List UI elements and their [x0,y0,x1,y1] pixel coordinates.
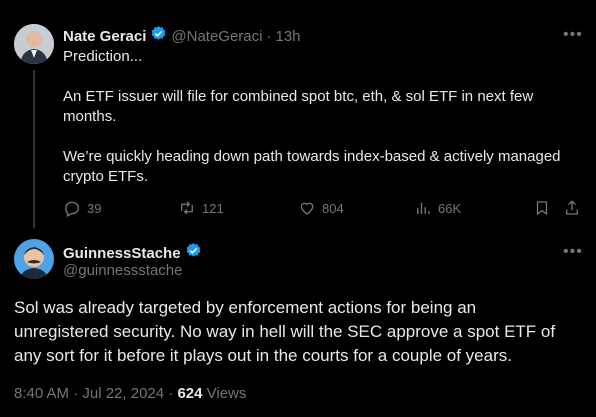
reply-meta: 8:40 AM · Jul 22, 2024 · 624 Views [14,385,246,402]
tweet-line: crypto ETFs. [63,168,149,185]
reply-author-name[interactable]: GuinnessStache [63,245,181,262]
bookmark-button[interactable] [533,199,551,217]
tweet-line [63,127,561,147]
tweet-time[interactable]: 13h [275,28,300,45]
verified-badge-icon [185,242,202,264]
reply-author-handle[interactable]: @guinnessstache [63,262,182,279]
share-button[interactable] [563,199,581,217]
avatar-image [14,24,54,64]
reply-button[interactable]: 39 [63,199,101,217]
tweet-header: Nate Geraci @NateGeraci · 13h [63,25,301,47]
reply-line: Sol was already targeted by enforcement … [14,298,477,317]
views-icon [417,202,430,214]
reply-body: Sol was already targeted by enforcement … [14,296,555,368]
tweet-line: We’re quickly heading down path towards … [63,148,561,165]
like-count: 804 [322,200,344,216]
bookmark-icon [536,201,548,216]
author-handle[interactable]: @NateGeraci [171,28,262,45]
more-icon[interactable]: ••• [563,243,583,261]
avatar-guinnessstache[interactable] [14,239,54,279]
repost-icon [181,201,193,215]
like-button[interactable]: 804 [298,199,344,217]
reply-icon [65,201,80,217]
repost-button[interactable]: 121 [178,199,224,217]
reply-views-label: Views [202,385,247,402]
tweet-line: months. [63,108,117,125]
avatar-image [14,239,54,279]
views-count: 66K [438,200,462,216]
verified-badge-icon [150,25,167,47]
tweet-line: Prediction... [63,48,143,65]
repost-count: 121 [202,200,224,216]
thread-line [33,70,35,228]
heart-icon [300,202,314,215]
share-icon [566,200,578,215]
reply-header: GuinnessStache [63,242,202,264]
reply-line: any sort for it before it plays out in t… [14,346,512,365]
views-button[interactable]: 66K [414,199,461,217]
tweet-line: An ETF issuer will file for combined spo… [63,88,534,105]
tweet-body: Prediction... An ETF issuer will file fo… [63,47,561,187]
reply-views-count: 624 [177,385,203,402]
reply-timestamp[interactable]: 8:40 AM · Jul 22, 2024 · [14,385,177,402]
author-name[interactable]: Nate Geraci [63,28,146,45]
reply-line: unregistered security. No way in hell wi… [14,322,556,341]
separator: · [266,27,272,45]
tweet-line [63,67,561,87]
more-icon[interactable]: ••• [563,26,583,44]
avatar-nate-geraci[interactable] [14,24,54,64]
reply-count: 39 [87,200,102,216]
